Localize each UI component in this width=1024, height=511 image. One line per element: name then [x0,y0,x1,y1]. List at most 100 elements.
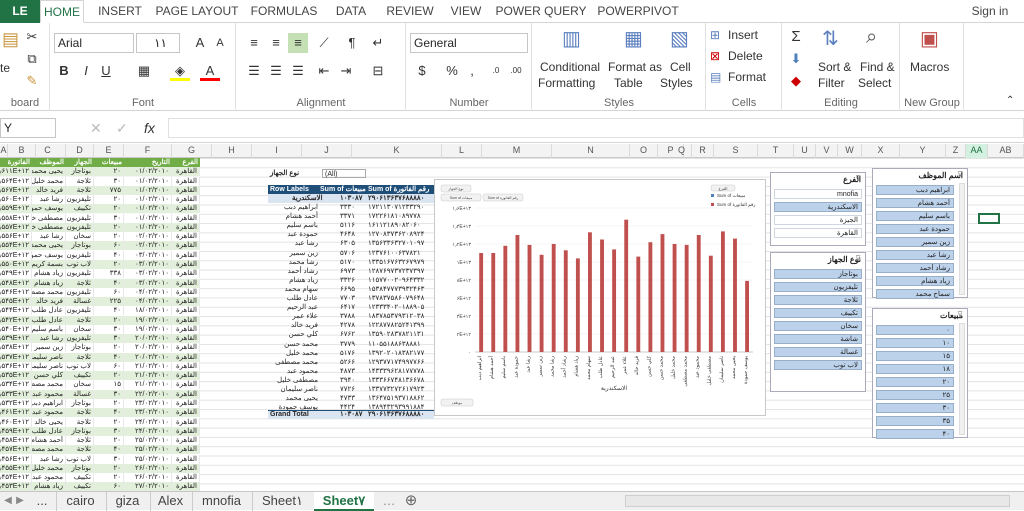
table-cell[interactable]: ۲۰ [94,417,124,427]
table-cell[interactable]: ۴۰ [94,352,124,362]
column-header[interactable]: H [212,144,252,158]
bold-button[interactable]: B [54,61,74,81]
autosum-icon[interactable]: Σ [786,27,806,47]
column-header[interactable]: G [172,144,212,158]
table-cell[interactable]: ۲٫۴۵۴E+۱۲ [0,473,32,483]
table-header-cell[interactable]: الموظف [32,158,66,167]
slicer-item[interactable]: لاب توب [774,360,862,370]
tab-view[interactable]: VIEW [446,0,486,23]
slicer-item[interactable]: شاشة [774,334,862,344]
decrease-indent-icon[interactable]: ⇤ [314,61,334,81]
chart-bar[interactable] [733,238,737,352]
table-cell[interactable]: ۰۱/۰۲/۲۰۱۰ [124,185,172,195]
table-cell[interactable]: ۲٫۵۴۴E+۱۲ [0,306,32,316]
column-header[interactable]: W [838,144,862,158]
table-cell[interactable]: ۲۱/۰۲/۲۰۱۰ [124,361,172,371]
table-cell[interactable]: ۲۰ [94,463,124,473]
table-cell[interactable]: مصطفى خليل [32,222,66,232]
pivot-chart[interactable]: ۱٫۶E+۱۳ ۱٫۴E+۱۳ ۱٫۲E+۱۳ ۱E+۱۳ ۸E+۱۲ ۶E+۱۲ ۴E+۱… [434,179,766,416]
column-header[interactable]: I [252,144,302,158]
slicer-item[interactable]: زياد هشام [876,276,954,286]
table-cell[interactable]: ۲۰ [94,204,124,214]
table-cell[interactable]: سخان [66,232,94,242]
slicer-device-clear-icon[interactable]: ⊽ [855,254,861,263]
conditional-formatting-label-2[interactable]: Formatting [538,76,595,90]
table-cell[interactable]: ۲٫۵۵۷E+۱۲ [0,222,32,232]
table-cell[interactable]: القاهرة [172,399,200,409]
table-cell[interactable]: ناصر سليمان [32,361,66,371]
column-header[interactable]: Q [672,144,692,158]
sort-filter-label-2[interactable]: Filter [818,76,845,90]
table-cell[interactable]: ۲٫۵۳۷E+۱۲ [0,352,32,362]
slicer-item[interactable]: ۳۰ [876,403,954,413]
tab-page-layout[interactable]: PAGE LAYOUT [152,0,242,23]
cancel-icon[interactable]: ✕ [90,120,102,137]
font-size-select[interactable]: ۱۱ [136,33,180,53]
format-as-table-icon[interactable]: ▦ [624,26,643,51]
table-cell[interactable]: القاهرة [172,287,200,297]
table-cell[interactable]: ۲٫۵۵۶E+۱۲ [0,232,32,242]
table-cell[interactable]: تليفزيون [66,269,94,279]
table-cell[interactable]: ثلاجة [66,176,94,186]
delete-cells-button[interactable]: Delete [728,49,763,63]
table-cell[interactable]: ثلاجة [66,436,94,446]
table-cell[interactable]: ۲٫۴۶۰E+۱۲ [0,417,32,427]
pivot-filter-value[interactable]: (All) [322,169,366,178]
next-sheet-icon[interactable]: ▶ [14,492,26,511]
table-cell[interactable]: فريد خالد [32,185,66,195]
table-cell[interactable]: القاهرة [172,417,200,427]
cell-styles-icon[interactable]: ▧ [670,26,689,51]
table-cell[interactable]: غسالة [66,297,94,307]
table-cell[interactable]: القاهرة [172,334,200,344]
table-cell[interactable]: ۰۱/۰۲/۲۰۱۰ [124,204,172,214]
increase-indent-icon[interactable]: ⇥ [336,61,356,81]
chart-bar[interactable] [479,253,484,352]
table-cell[interactable]: تليفزيون [66,334,94,344]
table-cell[interactable]: القاهرة [172,176,200,186]
chart-bar[interactable] [503,245,508,352]
chart-bar[interactable] [745,280,750,352]
chart-bar[interactable] [660,234,665,352]
tab-power-query[interactable]: POWER QUERY [494,0,588,23]
column-header[interactable]: Z [946,144,966,158]
pivot-row-label[interactable]: رشا عبد [270,239,318,248]
table-cell[interactable]: زياد هشام [32,482,66,491]
sheet-tab-sheet1[interactable]: Sheet۱ [252,492,312,511]
table-cell[interactable]: ۲٫۴۵۵E+۱۲ [0,463,32,473]
table-cell[interactable]: ۰۱/۰۲/۲۰۱۰ [124,176,172,186]
table-cell[interactable]: ۲۰ [94,473,124,483]
table-cell[interactable]: عادل طلب [32,306,66,316]
new-sheet-icon[interactable]: ⊕ [400,492,422,511]
comma-button[interactable]: , [462,61,482,81]
table-cell[interactable]: ۴۰ [94,408,124,418]
table-cell[interactable]: ۲٫۵۴۹E+۱۲ [0,269,32,279]
delete-cells-icon[interactable]: ⊠ [710,49,720,63]
table-cell[interactable]: ۲٫۵۳۵E+۱۲ [0,371,32,381]
table-cell[interactable]: تليفزيون [66,195,94,205]
table-cell[interactable]: ثلاجة [66,417,94,427]
chart-bar[interactable] [720,231,725,352]
table-cell[interactable]: القاهرة [172,195,200,205]
table-cell[interactable]: ۲٫۵۴۸E+۱۲ [0,278,32,288]
insert-cells-icon[interactable]: ⊞ [710,28,720,42]
column-header[interactable]: M [482,144,552,158]
clear-icon[interactable]: ◆ [786,71,806,91]
table-cell[interactable]: ۲۴/۰۲/۲۰۱۰ [124,426,172,436]
table-cell[interactable]: ۲۰/۰۲/۲۰۱۰ [124,334,172,344]
table-cell[interactable]: ۲۲/۰۲/۲۰۱۰ [124,389,172,399]
table-header-cell[interactable]: التاريخ [124,158,172,167]
slicer-sales-clear-icon[interactable]: ⊽ [957,310,963,319]
table-cell[interactable]: رشا عبد [32,195,66,205]
slicer-item[interactable]: ۴۰ [876,429,954,439]
column-header[interactable]: A [0,144,8,158]
column-header[interactable]: F [124,144,172,158]
paste-icon[interactable]: ▤ [2,29,19,50]
slicer-item[interactable]: ۱۰ [876,338,954,348]
table-cell[interactable]: القاهرة [172,473,200,483]
decrease-decimal-icon[interactable]: .00 [506,61,526,81]
percent-button[interactable]: % [442,61,462,81]
column-header[interactable]: V [816,144,838,158]
chart-bar[interactable] [636,256,641,352]
table-cell[interactable]: ۴۰ [94,306,124,316]
pivot-row-label[interactable]: عادل طلب [270,294,318,303]
